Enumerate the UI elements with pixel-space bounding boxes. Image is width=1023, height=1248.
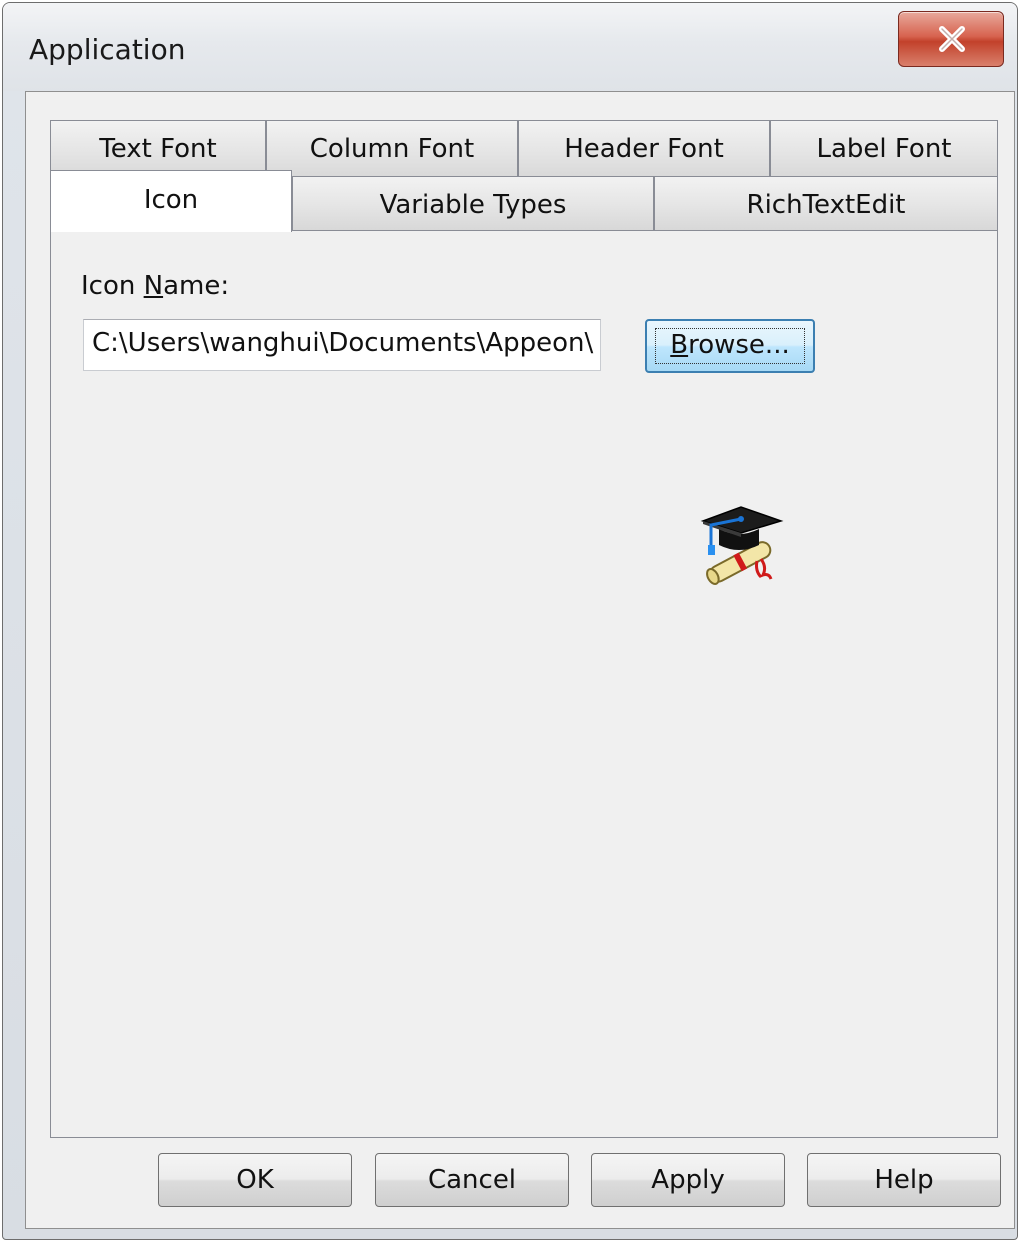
icon-name-label: Icon Name: [81, 271, 229, 301]
title-bar[interactable]: Application [3, 3, 1017, 91]
graduation-cap-diploma-icon [700, 506, 784, 585]
icon-name-label-mnemonic: N [143, 271, 164, 301]
close-button[interactable] [898, 11, 1004, 67]
apply-button[interactable]: Apply [591, 1153, 785, 1207]
icon-name-label-prefix: Icon [81, 271, 144, 301]
dialog-client-area: Text Font Column Font Header Font Label … [25, 91, 1015, 1229]
cancel-button[interactable]: Cancel [375, 1153, 569, 1207]
tab-header-font[interactable]: Header Font [518, 120, 770, 178]
tab-column-font[interactable]: Column Font [266, 120, 518, 178]
tab-variable-types[interactable]: Variable Types [292, 176, 654, 230]
icon-name-label-suffix: ame: [163, 271, 230, 301]
icon-tab-panel: Icon Name: C:\Users\wanghui\Documents\Ap… [50, 230, 998, 1138]
icon-name-input[interactable]: C:\Users\wanghui\Documents\Appeon\ [83, 319, 601, 371]
tab-label-font[interactable]: Label Font [770, 120, 998, 178]
window-title: Application [29, 33, 186, 66]
ok-button[interactable]: OK [158, 1153, 352, 1207]
close-icon [939, 26, 965, 52]
tab-icon[interactable]: Icon [50, 170, 292, 232]
browse-button[interactable]: Browse... [645, 319, 815, 373]
help-button[interactable]: Help [807, 1153, 1001, 1207]
application-dialog: Application Text Font Column Font Header… [2, 2, 1018, 1240]
tab-richtextedit[interactable]: RichTextEdit [654, 176, 998, 230]
focus-rectangle [655, 328, 805, 364]
